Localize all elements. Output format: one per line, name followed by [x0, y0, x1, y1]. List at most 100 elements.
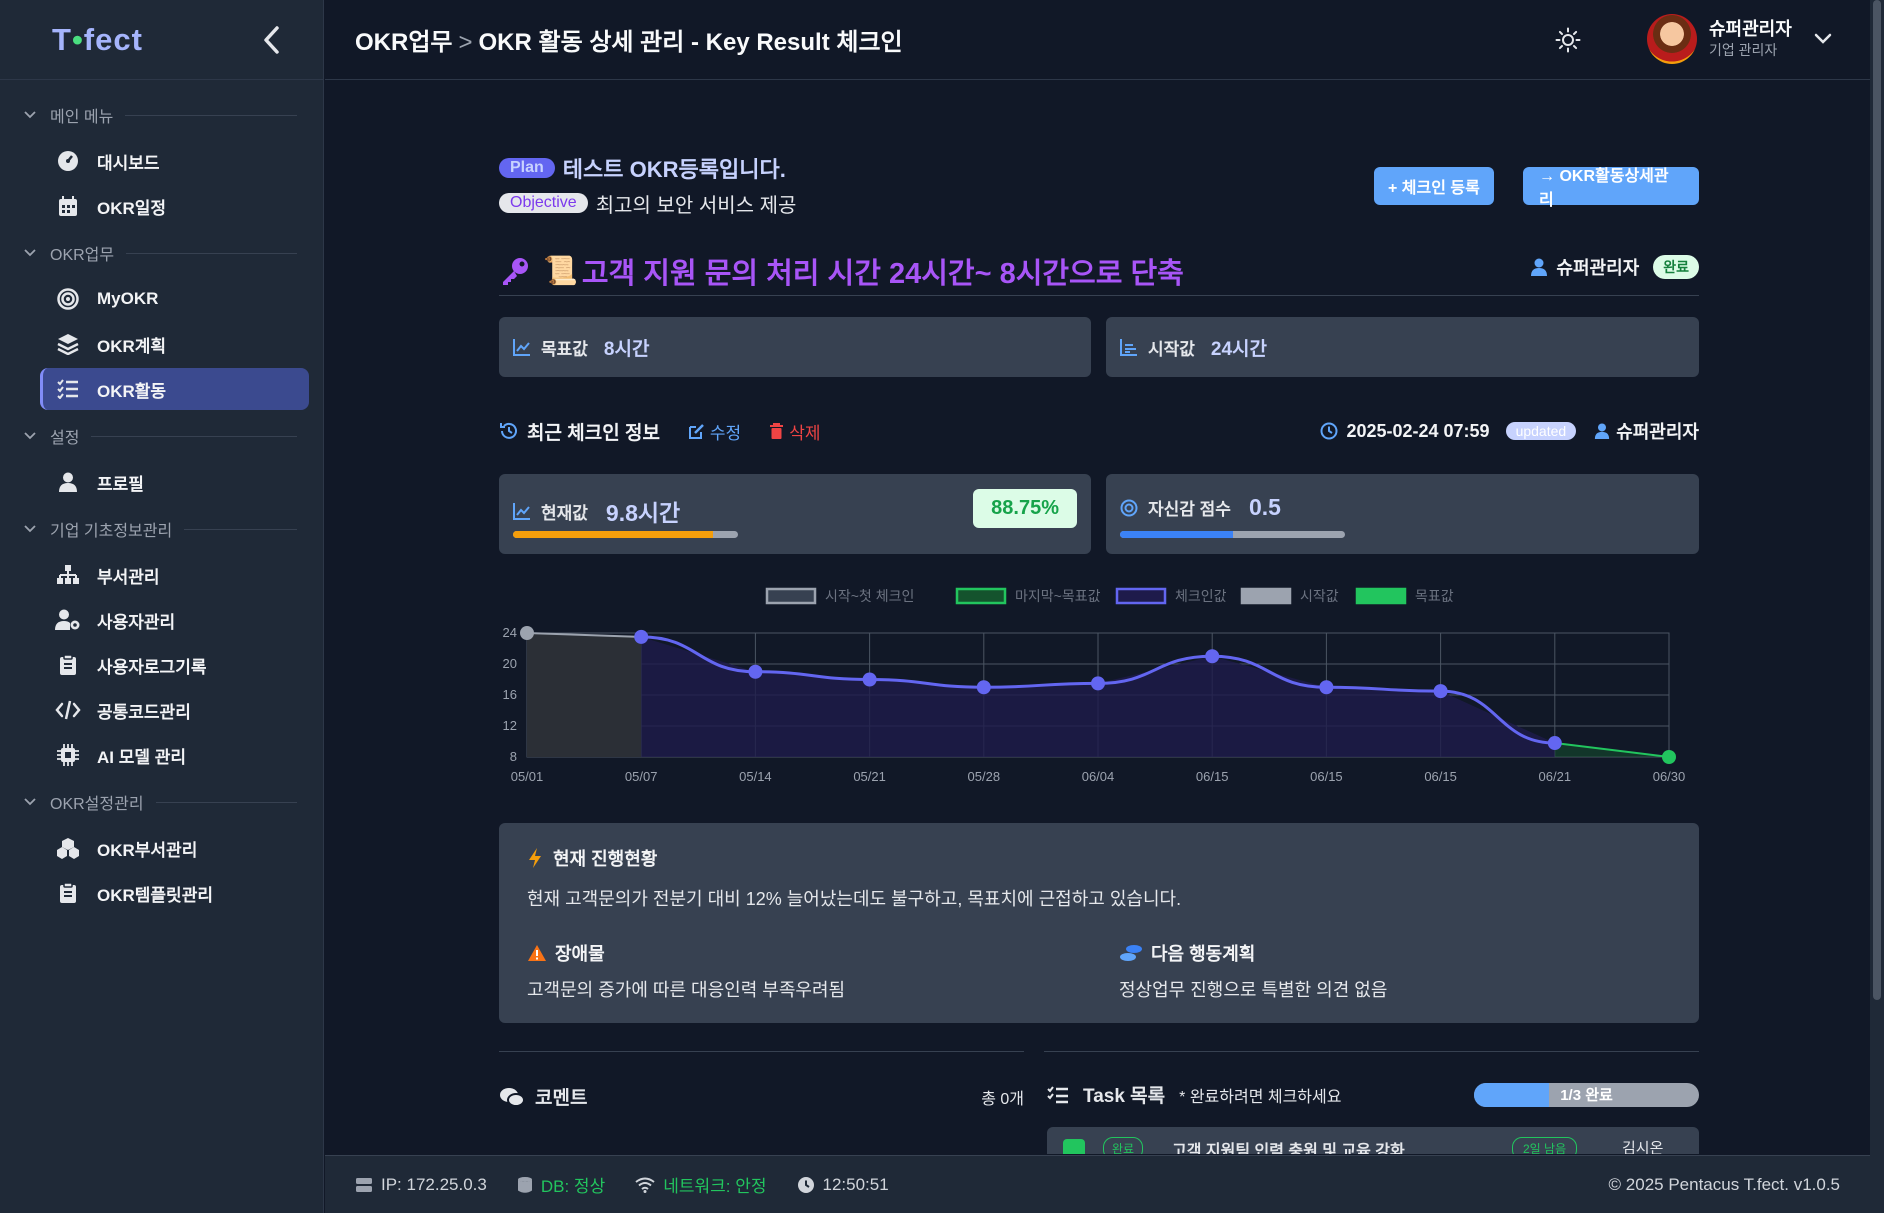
- task-checkbox[interactable]: [1063, 1139, 1085, 1154]
- sidebar-section-label: OKR설정관리: [50, 796, 144, 813]
- sidebar-section-label: 기업 기초정보관리: [50, 523, 173, 540]
- trash-icon: [770, 422, 784, 439]
- task-hint: * 완료하려면 체크하세요: [1179, 1088, 1342, 1106]
- obstacle-text: 고객문의 증가에 따른 대응인력 부족우려됨: [527, 980, 846, 1000]
- sidebar-item-3-2[interactable]: 사용자로그기록: [40, 644, 309, 686]
- page-scrollbar[interactable]: [1870, 0, 1884, 1213]
- task-progress-label: 1/3 완료: [1560, 1087, 1613, 1104]
- status-ip: IP: 172.25.0.3: [355, 1175, 487, 1195]
- user-menu[interactable]: 슈퍼관리자 기업 관리자: [1647, 14, 1832, 64]
- sidebar-section-header[interactable]: 기업 기초정보관리: [0, 506, 323, 552]
- sidebar-item-4-1[interactable]: OKR템플릿관리: [40, 872, 309, 914]
- key-icon: [503, 257, 528, 285]
- y-tick-label: 16: [503, 687, 517, 702]
- task-item[interactable]: 완료 고객 지원팀 인력 충원 및 교육 강화 2일 남음 김시온: [1047, 1127, 1699, 1154]
- sidebar-item-4-0[interactable]: OKR부서관리: [40, 827, 309, 869]
- sidebar-item-2-0[interactable]: 프로필: [40, 461, 309, 503]
- plan-tag: Plan: [499, 158, 555, 178]
- data-point: [1547, 736, 1562, 751]
- x-tick-label: 05/14: [739, 769, 772, 784]
- start-area: [527, 633, 642, 757]
- obstacle-title: 장애물: [527, 940, 605, 966]
- task-assignee: 김시온: [1622, 1140, 1664, 1154]
- chart-line-icon: [513, 339, 530, 356]
- sidebar-collapse-button[interactable]: [257, 20, 287, 60]
- edit-icon: [688, 423, 704, 439]
- sidebar-item-3-0[interactable]: 부서관리: [40, 554, 309, 596]
- sidebar-item-3-3[interactable]: 공통코드관리: [40, 689, 309, 731]
- x-tick-label: 05/07: [625, 769, 658, 784]
- divider: [1044, 1051, 1699, 1052]
- app-logo[interactable]: T•fect: [52, 22, 143, 58]
- divider: [184, 528, 297, 530]
- sidebar-item-label: AI 모델 관리: [97, 747, 187, 767]
- next-plan-title: 다음 행동계획: [1119, 940, 1255, 966]
- progress-panel: 현재 진행현황 현재 고객문의가 전분기 대비 12% 늘어났는데도 불구하고,…: [499, 823, 1699, 1023]
- progress-text: 현재 고객문의가 전분기 대비 12% 늘어났는데도 불구하고, 목표치에 근접…: [527, 889, 1182, 909]
- server-icon: [356, 1177, 372, 1192]
- legend-label: 시작~첫 체크인: [825, 588, 914, 604]
- data-point: [748, 664, 763, 679]
- sidebar: T•fect 메인 메뉴 대시보드 OKR일정 OKR업무 MyOKR OKR계획 OKR활…: [0, 0, 324, 1213]
- kr-owner: 슈퍼관리자 완료: [1530, 254, 1699, 280]
- x-tick-label: 06/30: [1653, 769, 1686, 784]
- target-value: 8시간: [603, 338, 650, 360]
- sidebar-item-0-0[interactable]: 대시보드: [40, 140, 309, 182]
- plan-title: 테스트 OKR등록입니다.: [562, 157, 786, 182]
- breadcrumb: OKR업무 > OKR 활동 상세 관리 - Key Result 체크인: [355, 22, 903, 57]
- sidebar-item-3-4[interactable]: AI 모델 관리: [40, 734, 309, 776]
- sidebar-item-1-0[interactable]: MyOKR: [40, 278, 309, 320]
- comments-header: 코멘트 총 0개: [499, 1083, 1024, 1110]
- code-icon: [55, 697, 81, 723]
- sidebar-item-label: OKR일정: [97, 198, 167, 218]
- theme-toggle-button[interactable]: [1550, 22, 1586, 58]
- data-point: [976, 680, 991, 695]
- data-point: [862, 672, 877, 687]
- org-chart-icon: [55, 562, 81, 588]
- chevron-down-icon: [24, 432, 38, 440]
- sidebar-section-label: 설정: [50, 430, 80, 447]
- divider: [499, 1051, 1024, 1052]
- x-tick-label: 05/28: [968, 769, 1001, 784]
- list-check-icon: [55, 376, 81, 402]
- data-point: [1319, 680, 1334, 695]
- chevron-down-icon: [24, 798, 38, 806]
- data-point: [1091, 676, 1105, 691]
- legend-label: 체크인값: [1175, 588, 1227, 604]
- sidebar-item-1-1[interactable]: OKR계획: [40, 323, 309, 365]
- task-header: Task 목록 * 완료하려면 체크하세요 1/3 완료: [1047, 1081, 1699, 1108]
- sidebar-item-1-2[interactable]: OKR활동: [40, 368, 309, 410]
- sidebar-item-0-1[interactable]: OKR일정: [40, 185, 309, 227]
- sidebar-section-header[interactable]: 메인 메뉴: [0, 92, 323, 138]
- checkin-register-button[interactable]: + 체크인 등록: [1374, 167, 1494, 205]
- sidebar-item-3-1[interactable]: 사용자관리: [40, 599, 309, 641]
- objective-tag: Objective: [499, 193, 588, 213]
- user-icon: [1595, 423, 1610, 439]
- logo-row: T•fect: [0, 0, 323, 80]
- sidebar-section-header[interactable]: OKR설정관리: [0, 779, 323, 825]
- sidebar-section-header[interactable]: OKR업무: [0, 230, 323, 276]
- user-role: 기업 관리자: [1709, 42, 1778, 58]
- comment-count: 총 0개: [981, 1090, 1024, 1108]
- key-result-title-row: 📜 고객 지원 문의 처리 시간 24시간~ 8시간으로 단축 슈퍼관리자 완료: [499, 246, 1699, 296]
- delete-checkin-button[interactable]: 삭제: [769, 419, 820, 444]
- confidence-value: 0.5: [1248, 494, 1281, 520]
- checkin-chart: 24 20 16 12 8 05/01 05/07 05/14 05/21 05/28 06/04 0…: [503, 587, 1686, 784]
- divider: [155, 801, 297, 803]
- okr-activity-detail-button[interactable]: → OKR활동상세관리: [1523, 167, 1699, 209]
- clipboard-icon: [55, 880, 81, 906]
- task-name: 고객 지원팀 인력 충원 및 교육 강화: [1172, 1143, 1405, 1154]
- scrollbar-thumb[interactable]: [1873, 0, 1881, 1000]
- edit-checkin-button[interactable]: 수정: [688, 419, 741, 444]
- user-icon: [55, 469, 81, 495]
- clock-icon: [797, 1176, 814, 1193]
- sidebar-section-header[interactable]: 설정: [0, 413, 323, 459]
- chevron-down-icon: [24, 111, 38, 119]
- chevron-left-icon: [264, 25, 279, 54]
- breadcrumb-parent[interactable]: OKR업무: [355, 29, 453, 56]
- user-gear-icon: [55, 607, 81, 633]
- sidebar-section-label: OKR업무: [50, 247, 115, 264]
- status-network: 네트워크: 안정: [635, 1172, 767, 1197]
- start-value-box: 시작값 24시간: [1106, 317, 1699, 377]
- divider: [91, 435, 297, 437]
